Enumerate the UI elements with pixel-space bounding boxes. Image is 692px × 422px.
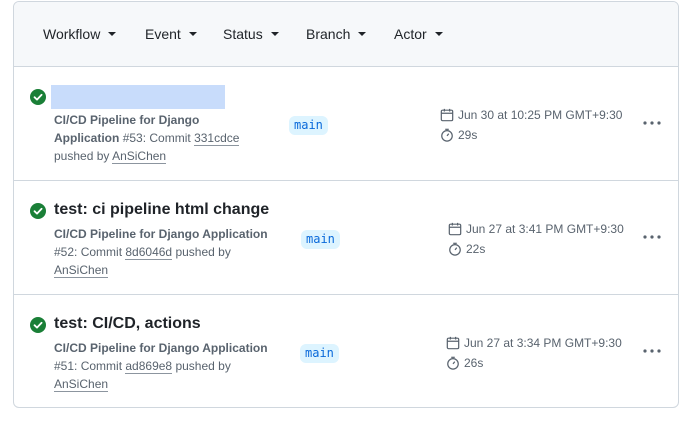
commit-link[interactable]: 331cdce	[194, 131, 240, 146]
workflow-name: CI/CD Pipeline for Django	[54, 113, 200, 127]
caret-down-icon	[108, 32, 117, 37]
actor-link[interactable]: AnSiChen	[54, 263, 109, 278]
caret-down-icon	[434, 32, 443, 37]
caret-down-icon	[270, 32, 279, 37]
run-duration: 26s	[446, 356, 483, 371]
run-title-redacted[interactable]	[51, 85, 225, 109]
stopwatch-icon	[447, 356, 459, 370]
run-title[interactable]: test: CI/CD, actions	[54, 315, 201, 333]
caret-down-icon	[188, 32, 197, 37]
kebab-horizontal-icon[interactable]	[641, 342, 663, 360]
run-duration: 29s	[440, 128, 477, 143]
filter-actor[interactable]: Actor	[394, 26, 443, 42]
run-date: Jun 27 at 3:34 PM GMT+9:30	[446, 336, 622, 351]
filter-status-label: Status	[223, 26, 263, 42]
filter-workflow[interactable]: Workflow	[43, 26, 117, 42]
branch-label[interactable]: main	[301, 230, 340, 249]
run-description: CI/CD Pipeline for Django Application #5…	[54, 341, 268, 392]
stopwatch-icon	[449, 242, 461, 256]
filter-event-label: Event	[145, 26, 181, 42]
filter-actor-label: Actor	[394, 26, 427, 42]
kebab-horizontal-icon[interactable]	[641, 228, 663, 246]
commit-link[interactable]: ad869e8	[125, 359, 173, 374]
commit-link[interactable]: 8d6046d	[125, 245, 173, 260]
workflow-run-row[interactable]: test: CI/CD, actions CI/CD Pipeline for …	[14, 295, 678, 407]
run-date: Jun 27 at 3:41 PM GMT+9:30	[448, 222, 624, 237]
filter-branch[interactable]: Branch	[306, 26, 367, 42]
branch-label[interactable]: main	[289, 116, 328, 135]
workflow-runs-list: Workflow Event Status Branch Actor CI/CD…	[13, 1, 679, 408]
workflow-name: CI/CD Pipeline for Django Application	[54, 341, 268, 355]
filter-workflow-label: Workflow	[43, 26, 101, 42]
filter-branch-label: Branch	[306, 26, 351, 42]
filter-bar: Workflow Event Status Branch Actor	[14, 2, 678, 67]
check-circle-fill-icon	[30, 203, 46, 219]
actor-link[interactable]: AnSiChen	[112, 149, 167, 164]
run-date: Jun 30 at 10:25 PM GMT+9:30	[440, 108, 622, 123]
check-circle-fill-icon	[30, 89, 46, 105]
calendar-icon	[448, 222, 462, 236]
calendar-icon	[440, 108, 454, 122]
run-duration: 22s	[448, 242, 485, 257]
stopwatch-icon	[441, 128, 453, 142]
check-circle-fill-icon	[30, 317, 46, 333]
filter-status[interactable]: Status	[223, 26, 279, 42]
run-description: CI/CD Pipeline for Django Application #5…	[54, 227, 268, 278]
actor-link[interactable]: AnSiChen	[54, 377, 109, 392]
kebab-horizontal-icon[interactable]	[641, 114, 663, 132]
workflow-name: CI/CD Pipeline for Django Application	[54, 227, 268, 241]
run-description: CI/CD Pipeline for Django Application #5…	[54, 113, 240, 164]
calendar-icon	[446, 336, 460, 350]
branch-label[interactable]: main	[300, 344, 339, 363]
workflow-run-row[interactable]: test: ci pipeline html change CI/CD Pipe…	[14, 181, 678, 295]
caret-down-icon	[358, 32, 367, 37]
run-title[interactable]: test: ci pipeline html change	[54, 201, 269, 219]
workflow-name: Application	[54, 131, 120, 145]
workflow-run-row[interactable]: CI/CD Pipeline for Django Application #5…	[14, 67, 678, 181]
filter-event[interactable]: Event	[145, 26, 197, 42]
